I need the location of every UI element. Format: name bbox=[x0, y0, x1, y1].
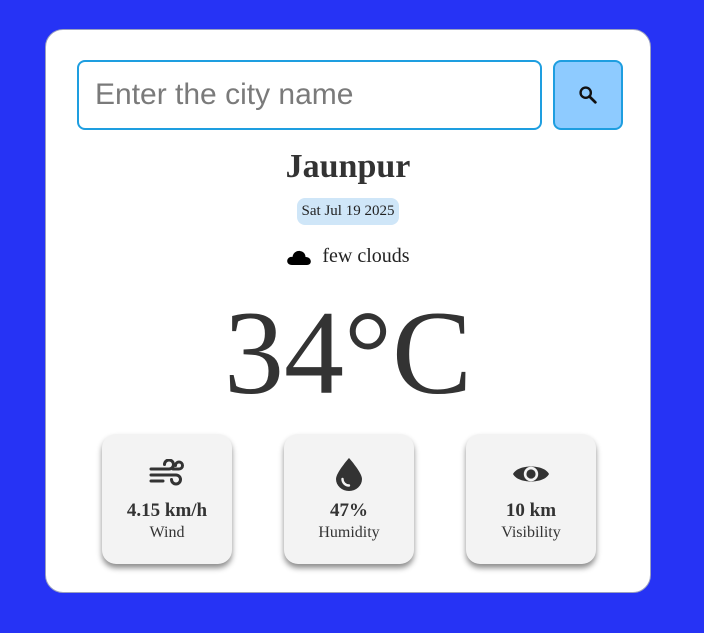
weather-condition: few clouds bbox=[46, 245, 650, 268]
humidity-value: 47% bbox=[330, 500, 368, 521]
search-button[interactable] bbox=[553, 60, 623, 130]
visibility-label: Visibility bbox=[501, 524, 561, 541]
wind-tile: 4.15 km/h Wind bbox=[102, 434, 232, 564]
eye-icon bbox=[513, 466, 549, 482]
weather-card: Jaunpur Sat Jul 19 2025 few clouds 34°C … bbox=[45, 29, 651, 593]
visibility-tile: 10 km Visibility bbox=[466, 434, 596, 564]
wind-icon bbox=[149, 459, 184, 486]
humidity-tile: 47% Humidity bbox=[284, 434, 414, 564]
visibility-value: 10 km bbox=[505, 500, 557, 521]
date-badge: Sat Jul 19 2025 bbox=[296, 198, 400, 225]
stats-row: 4.15 km/h Wind 47% Humidity 10 km Visibi… bbox=[102, 434, 598, 564]
temperature: 34°C bbox=[223, 286, 473, 419]
city-name: Jaunpur bbox=[285, 148, 411, 185]
humidity-icon bbox=[336, 458, 362, 491]
city-search-input[interactable] bbox=[77, 60, 542, 130]
search-bar bbox=[77, 60, 623, 130]
cloud-icon bbox=[287, 250, 312, 265]
search-icon bbox=[579, 86, 597, 104]
wind-value: 4.15 km/h bbox=[126, 500, 208, 521]
wind-label: Wind bbox=[149, 524, 185, 541]
humidity-label: Humidity bbox=[318, 524, 380, 541]
condition-text: few clouds bbox=[322, 245, 410, 267]
date-row: Sat Jul 19 2025 bbox=[46, 198, 650, 225]
